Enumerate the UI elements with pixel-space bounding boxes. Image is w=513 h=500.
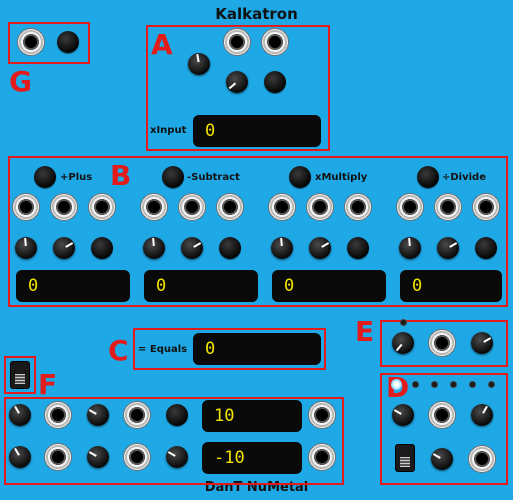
- equals-label: = Equals: [138, 344, 188, 355]
- f-switch[interactable]: [10, 361, 30, 389]
- divide-display: 0: [400, 270, 502, 302]
- f-knob-4[interactable]: [87, 446, 109, 468]
- f-display-2: -10: [202, 442, 302, 474]
- subtract-label: -Subtract: [187, 172, 240, 183]
- a-button[interactable]: [264, 71, 286, 93]
- subtract-jack-3[interactable]: [216, 193, 244, 221]
- f-knob-2[interactable]: [87, 404, 109, 426]
- multiply-display: 0: [272, 270, 386, 302]
- f-jack-4[interactable]: [44, 443, 72, 471]
- annotation-e: E: [355, 315, 375, 348]
- e-jack[interactable]: [428, 329, 456, 357]
- e-knob-2[interactable]: [471, 332, 493, 354]
- xinput-label: xInput: [150, 125, 187, 136]
- divide-jack-1[interactable]: [396, 193, 424, 221]
- d-knob-2[interactable]: [471, 404, 493, 426]
- subtract-display: 0: [144, 270, 258, 302]
- f-knob-1[interactable]: [9, 404, 31, 426]
- plus-button-2[interactable]: [91, 237, 113, 259]
- f-knob-5[interactable]: [166, 446, 188, 468]
- multiply-knob-1[interactable]: [271, 237, 293, 259]
- annotation-c: C: [108, 334, 129, 367]
- divide-jack-3[interactable]: [472, 193, 500, 221]
- f-display-1: 10: [202, 400, 302, 432]
- d-led-2: [412, 381, 419, 388]
- g-jack[interactable]: [17, 28, 45, 56]
- plus-jack-3[interactable]: [88, 193, 116, 221]
- f-button[interactable]: [166, 404, 188, 426]
- subtract-knob-2[interactable]: [181, 237, 203, 259]
- multiply-button-2[interactable]: [347, 237, 369, 259]
- subtract-button-2[interactable]: [219, 237, 241, 259]
- multiply-jack-2[interactable]: [306, 193, 334, 221]
- f-jack-1[interactable]: [44, 401, 72, 429]
- d-led-5: [469, 381, 476, 388]
- plus-display: 0: [16, 270, 130, 302]
- multiply-knob-2[interactable]: [309, 237, 331, 259]
- d-switch[interactable]: [395, 444, 415, 472]
- subtract-knob-1[interactable]: [143, 237, 165, 259]
- d-jack-2[interactable]: [468, 445, 496, 473]
- module-title: Kalkatron: [215, 5, 298, 23]
- multiply-label: xMultiply: [315, 172, 368, 183]
- d-led-6: [488, 381, 495, 388]
- e-knob-1[interactable]: [392, 332, 414, 354]
- plus-jack-1[interactable]: [12, 193, 40, 221]
- d-led-1: [391, 379, 402, 390]
- f-knob-3[interactable]: [9, 446, 31, 468]
- annotation-a: A: [151, 28, 173, 61]
- module-panel: Kalkatron DanT NuMetal A B C D E F G xIn…: [0, 0, 513, 500]
- d-led-4: [450, 381, 457, 388]
- multiply-jack-1[interactable]: [268, 193, 296, 221]
- annotation-g: G: [9, 65, 32, 98]
- subtract-button[interactable]: [162, 166, 184, 188]
- equals-display: 0: [193, 333, 321, 365]
- a-jack-1[interactable]: [223, 28, 251, 56]
- divide-knob-2[interactable]: [437, 237, 459, 259]
- d-knob-1[interactable]: [392, 404, 414, 426]
- subtract-jack-2[interactable]: [178, 193, 206, 221]
- plus-knob-2[interactable]: [53, 237, 75, 259]
- g-button[interactable]: [57, 31, 79, 53]
- e-led: [400, 319, 407, 326]
- annotation-f: F: [38, 368, 58, 401]
- xinput-display: 0: [193, 115, 321, 147]
- divide-jack-2[interactable]: [434, 193, 462, 221]
- plus-button[interactable]: [34, 166, 56, 188]
- d-jack-1[interactable]: [428, 401, 456, 429]
- annotation-b: B: [110, 159, 132, 192]
- plus-knob-1[interactable]: [15, 237, 37, 259]
- multiply-button[interactable]: [289, 166, 311, 188]
- f-jack-3[interactable]: [308, 401, 336, 429]
- subtract-jack-1[interactable]: [140, 193, 168, 221]
- f-jack-2[interactable]: [123, 401, 151, 429]
- a-knob-2[interactable]: [226, 71, 248, 93]
- a-jack-2[interactable]: [261, 28, 289, 56]
- d-knob-3[interactable]: [431, 448, 453, 470]
- divide-button-2[interactable]: [475, 237, 497, 259]
- multiply-jack-3[interactable]: [344, 193, 372, 221]
- divide-button[interactable]: [417, 166, 439, 188]
- divide-knob-1[interactable]: [399, 237, 421, 259]
- f-jack-5[interactable]: [123, 443, 151, 471]
- f-jack-6[interactable]: [308, 443, 336, 471]
- divide-label: ÷Divide: [442, 172, 486, 183]
- a-knob[interactable]: [188, 53, 210, 75]
- d-led-3: [431, 381, 438, 388]
- plus-label: +Plus: [60, 172, 93, 183]
- plus-jack-2[interactable]: [50, 193, 78, 221]
